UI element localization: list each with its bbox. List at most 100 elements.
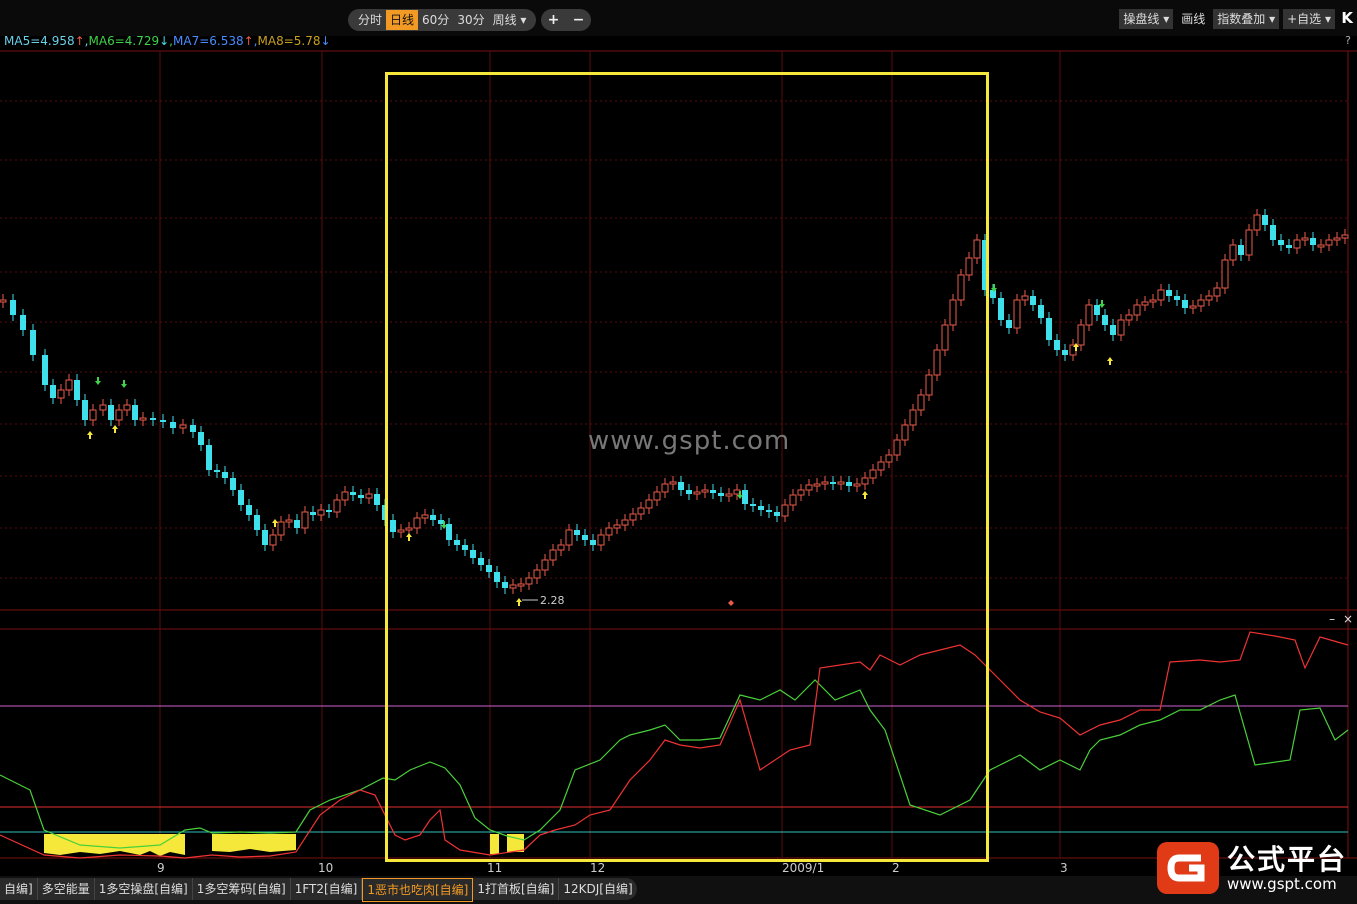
- candle-body: [1197, 299, 1205, 307]
- candle-body: [1286, 245, 1292, 248]
- candle-body: [277, 521, 285, 536]
- buy-arrow-icon: [272, 519, 278, 527]
- candle-body: [710, 490, 716, 493]
- candle-body: [413, 517, 421, 529]
- candle-body: [949, 299, 957, 326]
- candle-body: [486, 565, 492, 572]
- tab-indicator[interactable]: 1多空筹码[自编]: [193, 878, 291, 900]
- candle-body: [317, 509, 325, 516]
- minimize-indicator-button[interactable]: –: [1329, 612, 1335, 626]
- indicator-green-line: [0, 679, 1349, 849]
- candle-body: [50, 385, 56, 398]
- candle-body: [150, 418, 156, 420]
- candle-body: [123, 404, 131, 411]
- candle-body: [115, 409, 123, 421]
- candle-body: [82, 400, 88, 420]
- candle-body: [742, 490, 748, 504]
- candle-body: [198, 432, 204, 445]
- candle-body: [582, 535, 588, 540]
- x-tick-label: 12: [590, 861, 605, 875]
- candle-body: [909, 409, 917, 426]
- candle-body: [1046, 318, 1052, 340]
- candle-body: [1077, 324, 1085, 346]
- candle-body: [805, 484, 813, 491]
- grid-lines: [0, 100, 1348, 579]
- candle-body: [1310, 238, 1316, 245]
- candle-body: [557, 544, 565, 551]
- candle-body: [326, 510, 332, 512]
- candle-body: [139, 417, 147, 421]
- candle-body: [454, 540, 460, 545]
- candle-body: [1021, 295, 1029, 301]
- candle-body: [1166, 290, 1172, 296]
- candle-body: [1149, 299, 1157, 303]
- candle-body: [1270, 225, 1276, 240]
- candle-body: [179, 424, 187, 429]
- x-tick-label: 11: [487, 861, 502, 875]
- close-indicator-button[interactable]: ×: [1343, 612, 1353, 626]
- candle-body: [1182, 300, 1188, 308]
- candle-body: [766, 510, 772, 512]
- candle-body: [246, 505, 252, 515]
- candle-body: [222, 472, 228, 478]
- indicator-tabs: 自编] 多空能量 1多空操盘[自编] 1多空筹码[自编] 1FT2[自编] 1恶…: [0, 878, 637, 902]
- candle-body: [933, 349, 941, 376]
- candle-body: [405, 527, 413, 531]
- candle-body: [789, 494, 797, 506]
- candle-body: [1221, 259, 1229, 289]
- x-tick-label: 2009/1: [782, 861, 824, 875]
- candle-body: [494, 572, 500, 582]
- tab-indicator[interactable]: 1FT2[自编]: [291, 878, 363, 900]
- candle-body: [1054, 340, 1060, 350]
- candle-body: [1110, 325, 1116, 335]
- x-tick-label: 10: [318, 861, 333, 875]
- candle-body: [230, 478, 236, 490]
- tab-indicator[interactable]: 1打首板[自编]: [473, 878, 560, 900]
- candle-body: [941, 324, 949, 351]
- candle-body: [310, 512, 316, 515]
- candle-body: [1301, 237, 1309, 241]
- candle-body: [877, 461, 885, 471]
- tab-indicator[interactable]: 1多空操盘[自编]: [95, 878, 193, 900]
- candle-body: [1125, 314, 1133, 321]
- candle-body: [1278, 240, 1284, 245]
- candle-body: [285, 519, 293, 523]
- candle-body: [10, 300, 16, 315]
- candle-body: [301, 511, 309, 529]
- sell-arrow-icon: [95, 377, 101, 385]
- candlesticks: [0, 209, 1349, 594]
- candle-body: [1325, 239, 1333, 246]
- candle-body: [1062, 350, 1068, 355]
- candle-body: [917, 394, 925, 411]
- candle-body: [269, 534, 277, 546]
- candle-body: [262, 530, 268, 545]
- candle-body: [990, 290, 996, 298]
- candle-body: [869, 469, 877, 479]
- candle-body: [758, 506, 764, 510]
- tab-indicator[interactable]: 自编]: [0, 878, 38, 900]
- candle-body: [1174, 296, 1180, 300]
- x-axis: 9 10 11 12 2009/1 2 3: [157, 861, 1068, 875]
- candle-body: [1006, 320, 1012, 328]
- candle-body: [813, 483, 821, 487]
- candle-body: [446, 524, 452, 540]
- candle-body: [686, 490, 692, 494]
- candle-body: [206, 445, 212, 470]
- candle-body: [65, 379, 73, 391]
- tab-indicator-active[interactable]: 1恶市也吃肉[自编]: [362, 878, 474, 902]
- candle-body: [1317, 244, 1325, 248]
- candle-body: [669, 481, 677, 485]
- candle-body: [1341, 234, 1349, 239]
- candle-body: [1013, 299, 1021, 329]
- candle-body: [1133, 304, 1141, 316]
- candle-body: [1102, 315, 1108, 325]
- candle-body: [397, 529, 405, 533]
- candle-body: [533, 569, 541, 579]
- candle-body: [89, 409, 97, 421]
- candle-body: [57, 389, 65, 399]
- candle-body: [629, 513, 637, 521]
- tab-indicator[interactable]: 多空能量: [38, 878, 95, 900]
- tab-indicator[interactable]: 12KDJ[自编]: [559, 878, 636, 900]
- indicator-red-line: [0, 631, 1349, 859]
- candle-body: [1038, 305, 1044, 318]
